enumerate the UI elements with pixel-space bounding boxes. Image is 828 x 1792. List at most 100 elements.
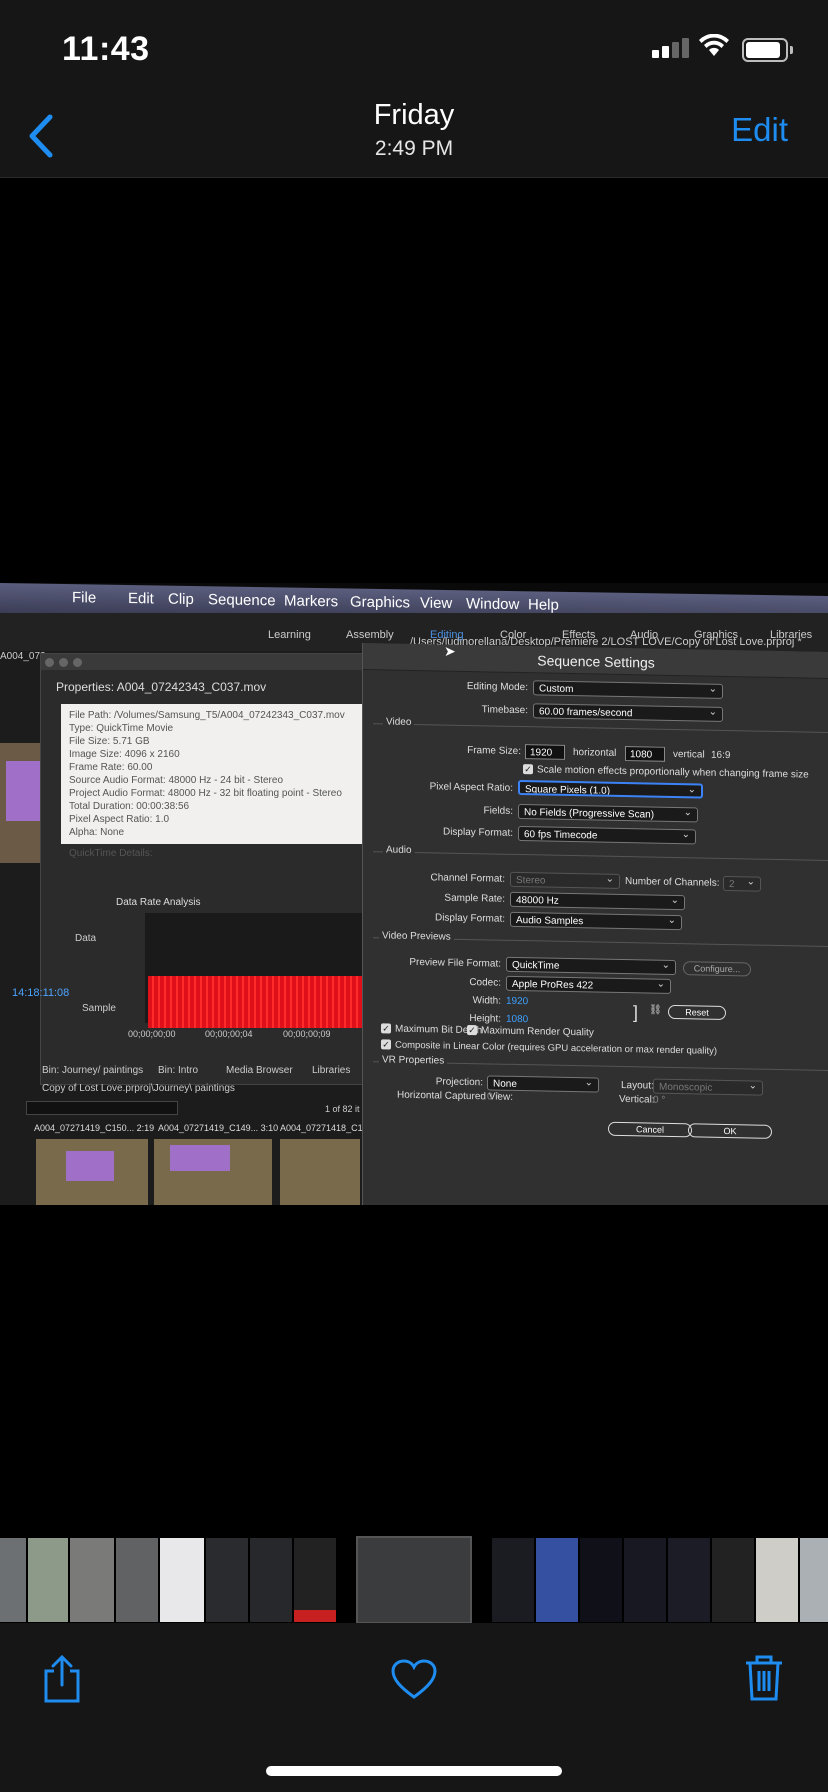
clip-name: A004_07271419_C149... 3:10	[158, 1123, 279, 1133]
timecode: 14:18:11:08	[12, 987, 70, 999]
share-icon	[44, 1654, 80, 1703]
horizontal-label: horizontal	[573, 747, 617, 759]
max-render-label: Maximum Render Quality	[481, 1025, 594, 1039]
filmstrip-thumb[interactable]	[0, 1538, 26, 1622]
clip-thumbnail[interactable]	[280, 1139, 360, 1205]
channel-format-select[interactable]: Stereo	[510, 871, 620, 889]
bin-tab[interactable]: Bin: Journey/ paintings	[42, 1065, 143, 1076]
preview-width-value[interactable]: 1920	[506, 996, 528, 1007]
fields-select[interactable]: No Fields (Progressive Scan)	[518, 803, 698, 823]
hcv-value: 0 °	[487, 1091, 500, 1103]
preview-format-select[interactable]: QuickTime	[506, 956, 676, 976]
divider	[373, 851, 828, 861]
bin-search-input[interactable]	[26, 1101, 178, 1115]
preview-height-value[interactable]: 1080	[506, 1014, 528, 1025]
projection-select[interactable]: None	[487, 1075, 599, 1093]
nav-bar: Friday 2:49 PM Edit	[0, 95, 828, 178]
frame-width-input[interactable]: 1920	[525, 744, 565, 760]
filmstrip-thumb[interactable]	[160, 1538, 204, 1622]
sequence-settings-dialog: Sequence Settings Editing Mode: Custom T…	[362, 643, 828, 1205]
max-bit-depth-checkbox[interactable]: ✓	[381, 1023, 391, 1034]
close-dot-icon[interactable]	[45, 658, 54, 667]
par-select[interactable]: Square Pixels (1.0)	[518, 779, 703, 799]
filmstrip-thumb[interactable]	[800, 1538, 828, 1622]
menu-item: Sequence	[208, 591, 276, 610]
scale-motion-checkbox[interactable]: ✓	[523, 764, 533, 775]
minimize-dot-icon[interactable]	[59, 658, 68, 667]
bin-item-count: 1 of 82 it	[325, 1104, 360, 1114]
filmstrip-thumb[interactable]	[116, 1538, 158, 1622]
filmstrip-thumb-current[interactable]	[356, 1536, 472, 1624]
prop-line: Source Audio Format: 48000 Hz - 24 bit -…	[69, 775, 283, 786]
display-format-select[interactable]: 60 fps Timecode	[518, 825, 696, 845]
audio-section-title: Audio	[383, 844, 415, 857]
filmstrip-thumb[interactable]	[536, 1538, 578, 1622]
menu-item: Edit	[128, 590, 154, 608]
filmstrip-thumb[interactable]	[712, 1538, 754, 1622]
filmstrip-thumb[interactable]	[624, 1538, 666, 1622]
scale-motion-label: Scale motion effects proportionally when…	[537, 764, 809, 781]
clip-thumbnail[interactable]	[154, 1139, 272, 1205]
codec-label: Codec:	[469, 977, 501, 989]
bin-tab[interactable]: Bin: Intro	[158, 1065, 198, 1076]
editing-mode-label: Editing Mode:	[466, 681, 528, 694]
sample-bars	[148, 976, 363, 1028]
nav-title: Friday	[373, 99, 455, 131]
num-channels-select[interactable]: 2	[723, 875, 761, 892]
frame-height-input[interactable]: 1080	[625, 746, 665, 762]
max-render-checkbox[interactable]: ✓	[467, 1025, 477, 1036]
workspace-tab: Color	[500, 629, 527, 641]
num-channels-label: Number of Channels:	[625, 876, 720, 889]
zoom-dot-icon[interactable]	[73, 658, 82, 667]
battery-icon	[742, 38, 793, 62]
edit-button[interactable]: Edit	[731, 111, 788, 149]
codec-select[interactable]: Apple ProRes 422	[506, 975, 671, 994]
filmstrip-thumb[interactable]	[250, 1538, 292, 1622]
workspace-tab: Learning	[268, 629, 311, 641]
filmstrip-thumb[interactable]	[492, 1538, 534, 1622]
fields-label: Fields:	[483, 805, 513, 817]
filmstrip-thumb[interactable]	[28, 1538, 68, 1622]
share-button[interactable]	[40, 1653, 84, 1710]
timebase-select[interactable]: 60.00 frames/second	[533, 703, 723, 722]
sample-rate-select[interactable]: 48000 Hz	[510, 891, 685, 911]
delete-button[interactable]	[742, 1653, 786, 1708]
clip-name: A004_07271419_C150... 2:19	[34, 1123, 155, 1133]
prop-line: File Path: /Volumes/Samsung_T5/A004_0724…	[69, 710, 345, 721]
tick-label: 00;00;00;09	[283, 1029, 331, 1039]
link-bracket-icon: ]	[633, 1002, 639, 1023]
layout-label: Layout:	[621, 1079, 654, 1092]
photo-viewer[interactable]: File Edit Clip Sequence Markers Graphics…	[0, 583, 828, 1205]
bin-path: Copy of Lost Love.prproj\Journey\ painti…	[42, 1083, 235, 1094]
filmstrip-thumb[interactable]	[668, 1538, 710, 1622]
filmstrip	[0, 1536, 828, 1624]
filmstrip-thumb[interactable]	[756, 1538, 798, 1622]
chain-link-icon[interactable]: ⛓	[649, 1005, 662, 1016]
mouse-cursor-icon: ➤	[444, 643, 456, 659]
video-section-title: Video	[383, 716, 415, 729]
left-tab: A004_072	[0, 651, 46, 662]
window-titlebar	[41, 654, 371, 670]
filmstrip-thumb[interactable]	[580, 1538, 622, 1622]
sample-label: Sample	[82, 1003, 116, 1014]
filmstrip-thumb[interactable]	[70, 1538, 114, 1622]
cancel-button[interactable]: Cancel	[608, 1121, 692, 1138]
prop-line: Pixel Aspect Ratio: 1.0	[69, 814, 170, 825]
layout-select[interactable]: Monoscopic	[653, 1078, 763, 1096]
status-bar: 11:43	[0, 0, 828, 95]
filmstrip-thumb[interactable]	[294, 1538, 336, 1622]
editing-mode-select[interactable]: Custom	[533, 680, 723, 699]
wifi-icon	[698, 33, 730, 63]
ok-button[interactable]: OK	[688, 1123, 772, 1139]
composite-checkbox[interactable]: ✓	[381, 1039, 391, 1050]
clip-thumbnail[interactable]	[36, 1139, 148, 1205]
frame-size-label: Frame Size:	[467, 745, 521, 758]
audio-display-format-select[interactable]: Audio Samples	[510, 911, 682, 931]
bin-tab[interactable]: Media Browser	[226, 1065, 293, 1076]
favorite-button[interactable]	[390, 1659, 438, 1706]
filmstrip-thumb[interactable]	[206, 1538, 248, 1622]
bin-tab[interactable]: Libraries	[312, 1065, 350, 1076]
reset-button[interactable]: Reset	[668, 1004, 726, 1020]
configure-button[interactable]: Configure...	[683, 961, 751, 977]
trash-icon	[746, 1655, 782, 1701]
